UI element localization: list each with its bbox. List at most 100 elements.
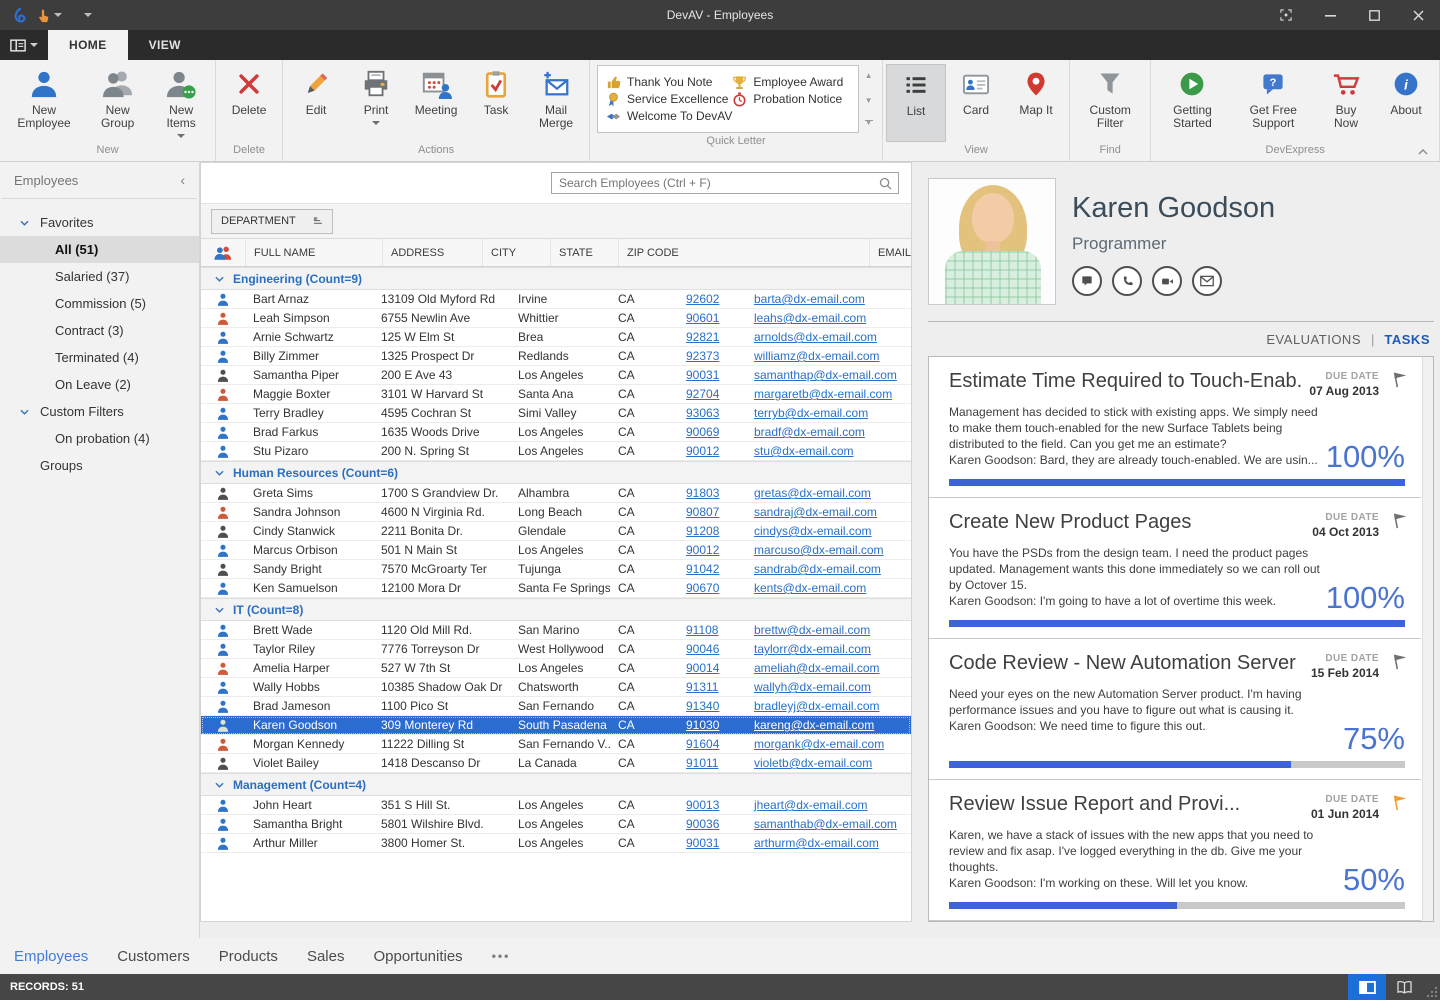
ribbon-tab[interactable]: HOME <box>48 30 128 60</box>
ribbon-collapse-icon[interactable] <box>1418 149 1428 155</box>
zip-code-link[interactable]: 91311 <box>686 680 718 694</box>
column-header[interactable]: EMAIL <box>869 239 911 266</box>
gallery-expand-icon[interactable]: ▼ <box>865 120 873 125</box>
search-input[interactable] <box>552 176 879 190</box>
zip-code-link[interactable]: 91030 <box>686 718 719 732</box>
module-nav-item[interactable]: Sales <box>307 948 345 965</box>
zip-code-link[interactable]: 92821 <box>686 330 719 344</box>
column-header[interactable]: ADDRESS <box>382 239 482 266</box>
quick-letter-item[interactable]: Thank You Note <box>606 75 732 90</box>
table-row[interactable]: Violet Bailey 1418 Descanso Dr La Canada… <box>201 754 911 773</box>
sidebar-filter-item[interactable]: Contract (3) <box>0 317 199 344</box>
table-row[interactable]: Sandra Johnson 4600 N Virginia Rd. Long … <box>201 503 911 522</box>
table-row[interactable]: Brad Farkus 1635 Woods Drive Los Angeles… <box>201 423 911 442</box>
video-call-button[interactable] <box>1152 266 1182 296</box>
fullscreen-button[interactable] <box>1264 0 1308 30</box>
table-row[interactable]: Arnie Schwartz 125 W Elm St Brea CA 9282… <box>201 328 911 347</box>
zip-code-link[interactable]: 90069 <box>686 425 719 439</box>
sidebar-filter-item[interactable]: On Leave (2) <box>0 371 199 398</box>
email-link[interactable]: stu@dx-email.com <box>754 444 854 458</box>
tab-evaluations[interactable]: EVALUATIONS <box>1266 332 1361 347</box>
zip-code-link[interactable]: 91108 <box>686 623 718 637</box>
gallery-scroll-up-icon[interactable]: ▲ <box>865 71 873 80</box>
email-link[interactable]: margaretb@dx-email.com <box>754 387 892 401</box>
custom-filter-button[interactable]: Custom Filter <box>1073 64 1147 142</box>
zip-code-link[interactable]: 92602 <box>686 292 719 306</box>
reading-pane-toggle[interactable] <box>1348 974 1386 1000</box>
email-link[interactable]: kareng@dx-email.com <box>754 718 874 732</box>
email-link[interactable]: arthurm@dx-email.com <box>754 836 879 850</box>
zip-code-link[interactable]: 91011 <box>686 756 718 770</box>
table-row[interactable]: Brad Jameson 1100 Pico St San Fernando C… <box>201 697 911 716</box>
sidebar-filter-item[interactable]: All (51) <box>0 236 199 263</box>
column-header[interactable]: FULL NAME <box>245 239 382 266</box>
group-by-department-pill[interactable]: DEPARTMENT <box>211 209 333 234</box>
table-row[interactable]: Karen Goodson 309 Monterey Rd South Pasa… <box>201 716 911 735</box>
group-header-row[interactable]: Management (Count=4) <box>201 773 911 796</box>
column-header[interactable]: CITY <box>482 239 550 266</box>
table-row[interactable]: Sandy Bright 7570 McGroarty Ter Tujunga … <box>201 560 911 579</box>
email-link[interactable]: ameliah@dx-email.com <box>754 661 880 675</box>
new-group-button[interactable]: New Group <box>85 64 150 142</box>
delete-button[interactable]: Delete <box>219 64 279 142</box>
task-card[interactable]: Code Review - New Automation Server DUE … <box>929 639 1421 780</box>
module-nav-item[interactable]: Opportunities <box>373 948 462 965</box>
tab-tasks[interactable]: TASKS <box>1384 332 1430 347</box>
zip-code-link[interactable]: 92704 <box>686 387 719 401</box>
table-row[interactable]: Samantha Piper 200 E Ave 43 Los Angeles … <box>201 366 911 385</box>
ribbon-tab[interactable]: VIEW <box>128 30 202 60</box>
zip-code-link[interactable]: 90031 <box>686 836 719 850</box>
module-nav-item[interactable]: Customers <box>117 948 190 965</box>
task-card[interactable]: Create New Product Pages DUE DATE 04 Oct… <box>929 498 1421 639</box>
table-row[interactable]: Wally Hobbs 10385 Shadow Oak Dr Chatswor… <box>201 678 911 697</box>
zip-code-link[interactable]: 90012 <box>686 543 719 557</box>
maximize-button[interactable] <box>1352 0 1396 30</box>
reading-view-button[interactable] <box>1386 974 1422 1000</box>
zip-code-link[interactable]: 90046 <box>686 642 719 656</box>
search-icon[interactable] <box>879 177 892 190</box>
quick-letter-item[interactable]: Probation Notice <box>732 92 850 107</box>
quick-letter-item[interactable]: Welcome To DevAV <box>606 109 732 124</box>
about-button[interactable]: i About <box>1376 64 1436 142</box>
sidebar-section-header[interactable]: Custom Filters <box>0 398 199 425</box>
message-button[interactable] <box>1072 266 1102 296</box>
email-link[interactable]: bradleyj@dx-email.com <box>754 699 880 713</box>
column-header[interactable]: ZIP CODE <box>618 239 869 266</box>
email-link[interactable]: sandrab@dx-email.com <box>754 562 881 576</box>
email-link[interactable]: brettw@dx-email.com <box>754 623 870 637</box>
group-header-row[interactable]: Human Resources (Count=6) <box>201 461 911 484</box>
zip-code-link[interactable]: 91803 <box>686 486 719 500</box>
email-link[interactable]: marcuso@dx-email.com <box>754 543 884 557</box>
sidebar-filter-item[interactable]: Terminated (4) <box>0 344 199 371</box>
getting-started-button[interactable]: Getting Started <box>1154 64 1230 142</box>
flag-icon[interactable] <box>1391 793 1409 811</box>
zip-code-link[interactable]: 90807 <box>686 505 719 519</box>
sidebar-filter-item[interactable]: Commission (5) <box>0 290 199 317</box>
new-items-button[interactable]: New Items <box>150 64 212 142</box>
sidebar-filter-item[interactable]: Salaried (37) <box>0 263 199 290</box>
sidebar-section-header[interactable]: Favorites <box>0 209 199 236</box>
table-row[interactable]: Arthur Miller 3800 Homer St. Los Angeles… <box>201 834 911 853</box>
qat-customize-dropdown-icon[interactable] <box>84 13 92 17</box>
gallery-scroll-down-icon[interactable]: ▼ <box>865 96 873 105</box>
email-link[interactable]: leahs@dx-email.com <box>754 311 866 325</box>
employee-type-column-icon[interactable] <box>201 239 245 266</box>
table-row[interactable]: Greta Sims 1700 S Grandview Dr. Alhambra… <box>201 484 911 503</box>
email-link[interactable]: terryb@dx-email.com <box>754 406 868 420</box>
close-button[interactable] <box>1396 0 1440 30</box>
module-nav-item[interactable]: Products <box>219 948 278 965</box>
zip-code-link[interactable]: 90036 <box>686 817 719 831</box>
email-link[interactable]: samanthap@dx-email.com <box>754 368 897 382</box>
task-card[interactable]: Review Issue Report and Provi... DUE DAT… <box>929 780 1421 921</box>
table-row[interactable]: Morgan Kennedy 11222 Dilling St San Fern… <box>201 735 911 754</box>
get-free-support-button[interactable]: ? Get Free Support <box>1231 64 1316 142</box>
table-row[interactable]: Billy Zimmer 1325 Prospect Dr Redlands C… <box>201 347 911 366</box>
edit-button[interactable]: Edit <box>286 64 346 142</box>
module-nav-item[interactable]: Employees <box>14 948 88 965</box>
table-row[interactable]: John Heart 351 S Hill St. Los Angeles CA… <box>201 796 911 815</box>
group-header-row[interactable]: IT (Count=8) <box>201 598 911 621</box>
map-it-button[interactable]: Map It <box>1006 64 1066 142</box>
buy-now-button[interactable]: Buy Now <box>1316 64 1376 142</box>
email-link[interactable]: cindys@dx-email.com <box>754 524 872 538</box>
table-row[interactable]: Stu Pizaro 200 N. Spring St Los Angeles … <box>201 442 911 461</box>
